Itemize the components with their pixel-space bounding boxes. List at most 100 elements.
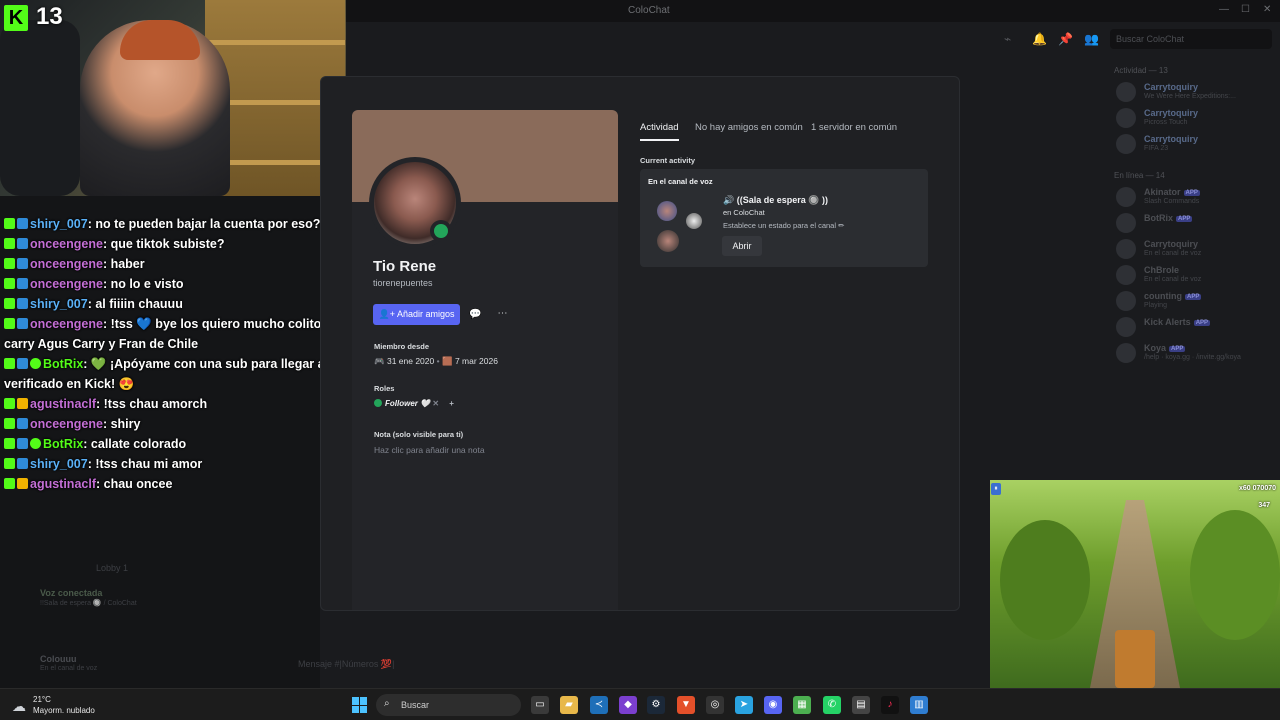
member-item[interactable]: Carrytoquiry We Were Here Expeditions:...	[1108, 79, 1280, 105]
chat-username[interactable]: shiry_007	[30, 457, 88, 471]
chat-username[interactable]: onceengene	[30, 417, 103, 431]
member-activity: FIFA 23	[1144, 145, 1169, 152]
activity-card: En el canal de voz 🔊 ((Sala de espera 🔘 …	[640, 169, 928, 267]
note-input[interactable]: Haz clic para añadir una nota	[374, 445, 485, 455]
chat-username[interactable]: onceengene	[30, 317, 103, 331]
chat-text: : chau oncee	[96, 477, 173, 491]
roles-label: Roles	[374, 384, 395, 393]
file-explorer-icon[interactable]: ▰	[560, 696, 578, 714]
more-options-icon[interactable]: ⋯	[492, 304, 513, 325]
chat-username[interactable]: BotRix	[43, 437, 83, 451]
task-view-icon[interactable]: ▭	[531, 696, 549, 714]
weather-description[interactable]: Mayorm. nublado	[33, 706, 95, 715]
telegram-icon[interactable]: ➤	[735, 696, 753, 714]
tab-1[interactable]: No hay amigos en común	[695, 122, 803, 133]
bell-icon[interactable]: 🔔	[1032, 32, 1047, 46]
maximize-icon[interactable]: ☐	[1241, 4, 1250, 15]
member-item[interactable]: Carrytoquiry En el canal de voz	[1108, 236, 1280, 262]
member-item[interactable]: counting APP Playing	[1108, 288, 1280, 314]
chat-badge-icon	[17, 298, 28, 309]
chrome-icon[interactable]: ◎	[706, 696, 724, 714]
avatar	[1116, 82, 1136, 102]
tiktok-icon[interactable]: ♪	[881, 696, 899, 714]
vscode-icon[interactable]: ≺	[590, 696, 608, 714]
chat-username[interactable]: shiry_007	[30, 217, 88, 231]
chat-badge-icon	[4, 278, 15, 289]
member-name: Carrytoquiry	[1144, 105, 1280, 118]
weather-temperature[interactable]: 21°C	[33, 695, 51, 704]
chat-badge-icon	[17, 318, 28, 329]
tab-0[interactable]: Actividad	[640, 122, 679, 141]
threads-icon[interactable]: ⌁	[1004, 32, 1011, 46]
member-item[interactable]: Carrytoquiry FIFA 23	[1108, 131, 1280, 157]
app-badge: APP	[1193, 319, 1211, 326]
voice-channel-name: 🔊 ((Sala de espera 🔘 ))	[723, 195, 828, 205]
steam-icon[interactable]: ⚙	[647, 696, 665, 714]
members-icon[interactable]: 👥	[1084, 32, 1099, 46]
chat-text: : !tss chau mi amor	[87, 457, 203, 471]
notepad-icon[interactable]: ▥	[910, 696, 928, 714]
chat-username[interactable]: onceengene	[30, 237, 103, 251]
chat-badge-icon	[4, 238, 15, 249]
window-title: ColoChat	[628, 5, 670, 16]
add-role-icon[interactable]: +	[449, 399, 454, 408]
start-button[interactable]	[352, 697, 368, 713]
discord-since: 31 ene 2020	[386, 356, 435, 366]
whatsapp-icon[interactable]: ✆	[823, 696, 841, 714]
member-name-text: Kick Alerts	[1144, 317, 1191, 327]
add-friend-button[interactable]: 👤+ Añadir amigos	[373, 304, 460, 325]
tab-2[interactable]: 1 servidor en común	[811, 122, 897, 133]
member-item[interactable]: Kick Alerts APP	[1108, 314, 1280, 340]
chat-message: onceengene: haber	[0, 254, 345, 274]
app-icon[interactable]: ◆	[619, 696, 637, 714]
close-icon[interactable]: ✕	[1263, 4, 1271, 15]
chat-username[interactable]: onceengene	[30, 257, 103, 271]
pin-icon[interactable]: 📌	[1058, 32, 1073, 46]
game-score: x60 070070	[1239, 485, 1276, 492]
member-name: BotRix APP	[1144, 210, 1280, 223]
brave-icon[interactable]: ▼	[677, 696, 695, 714]
open-button[interactable]: Abrir	[722, 236, 762, 256]
game-overlay: ⏸ x60 070070 347	[990, 480, 1280, 688]
chat-text: : no lo e visto	[102, 277, 184, 291]
minecraft-icon[interactable]: ▦	[793, 696, 811, 714]
search-input[interactable]: Buscar ColoChat	[1110, 29, 1272, 49]
member-item[interactable]: Akinator APP Slash Commands	[1108, 184, 1280, 210]
chat-username[interactable]: shiry_007	[30, 297, 88, 311]
remove-role-icon[interactable]: ✕	[432, 399, 439, 408]
taskbar-search-label: Buscar	[401, 700, 430, 710]
member-list: Actividad — 13 Carrytoquiry We Were Here …	[1108, 60, 1280, 480]
avatar	[1116, 291, 1136, 311]
weather-cloud-icon[interactable]: ☁	[12, 698, 26, 715]
member-activity: /help · koya.gg · /invite.gg/koya	[1144, 354, 1241, 361]
separator-dot: •	[436, 356, 440, 366]
message-icon[interactable]: 💬	[465, 304, 486, 325]
chat-badge-icon	[17, 358, 28, 369]
chat-text: : no te pueden bajar la cuenta por eso?	[87, 217, 321, 231]
taskbar: ☁ 21°C Mayorm. nublado ⌕ Buscar ▭ ▰ ≺ ◆ …	[0, 688, 1280, 720]
chat-username[interactable]: onceengene	[30, 277, 103, 291]
chat-username[interactable]: agustinaclf	[30, 397, 96, 411]
minimize-icon[interactable]: —	[1219, 4, 1229, 15]
taskbar-search[interactable]: ⌕ Buscar	[376, 694, 521, 716]
discord-icon[interactable]: ◉	[764, 696, 782, 714]
voice-channel-status[interactable]: Establece un estado para el canal ✏	[723, 221, 844, 230]
chat-message: onceengene: !tss 💙 bye los quiero mucho …	[0, 314, 345, 354]
app-icon[interactable]: ▤	[852, 696, 870, 714]
member-item[interactable]: ChBrole En el canal de voz	[1108, 262, 1280, 288]
chat-badge-icon	[4, 258, 15, 269]
activity-header: Actividad — 13	[1114, 66, 1168, 75]
chat-username[interactable]: BotRix	[43, 357, 83, 371]
member-item[interactable]: Carrytoquiry Picross Touch	[1108, 105, 1280, 131]
pause-icon[interactable]: ⏸	[991, 483, 1001, 495]
member-item[interactable]: BotRix APP	[1108, 210, 1280, 236]
member-name: ChBrole	[1144, 262, 1280, 275]
online-header: En línea — 14	[1114, 171, 1165, 180]
train	[1115, 630, 1155, 688]
member-item[interactable]: Koya APP/help · koya.gg · /invite.gg/koya	[1108, 340, 1280, 366]
app-badge: APP	[1183, 189, 1200, 196]
username: tiorenepuentes	[373, 278, 433, 288]
member-activity: En el canal de voz	[1144, 276, 1202, 283]
chat-message: shiry_007: no te pueden bajar la cuenta …	[0, 214, 345, 234]
chat-username[interactable]: agustinaclf	[30, 477, 96, 491]
